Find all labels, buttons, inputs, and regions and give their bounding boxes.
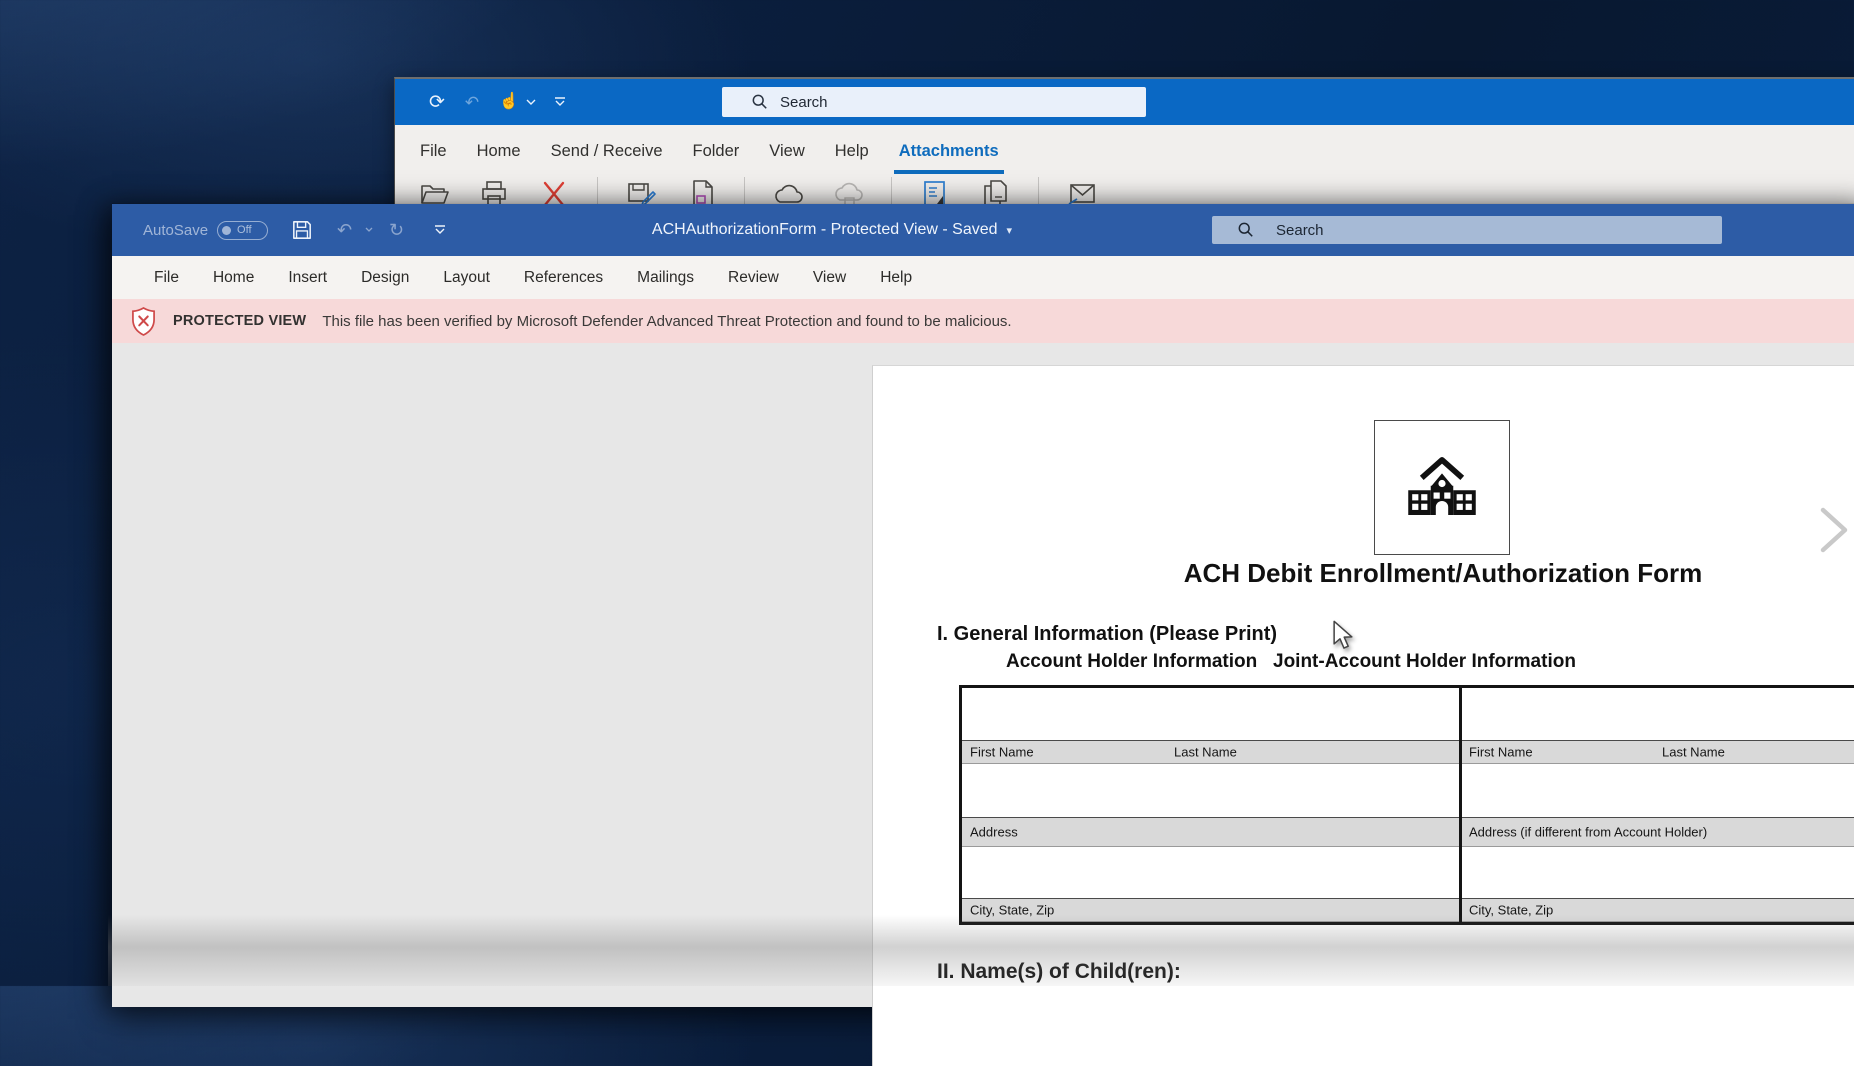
city-entry-row[interactable] [962,847,1854,898]
outlook-tab-send-receive[interactable]: Send / Receive [536,125,678,177]
section2-heading: II. Name(s) of Child(ren): [937,960,1181,984]
redo-icon: ↻ [389,221,404,239]
undo-button[interactable]: ↶ [337,204,352,256]
customize-quick-access-button[interactable] [434,204,446,256]
outlook-ribbon-tabs: File Home Send / Receive Folder View Hel… [395,125,1854,177]
outlook-window: ⟳ ↶ ☝ Search File Home Send / Receive Fo… [394,77,1854,219]
chevron-down-icon[interactable] [526,99,536,106]
outlook-tab-file[interactable]: File [405,125,462,177]
address-entry-row[interactable] [962,764,1854,817]
mouse-cursor [1332,620,1354,650]
outlook-tab-view[interactable]: View [754,125,819,177]
tab-design[interactable]: Design [344,256,426,299]
outlook-titlebar: ⟳ ↶ ☝ Search [395,79,1854,125]
table-label: City, State, Zip [1469,903,1553,918]
title-dropdown-caret[interactable]: ▾ [1007,224,1013,237]
document-workspace: ACH Debit Enrollment/Authorization Form … [112,343,1854,1007]
table-label: City, State, Zip [970,903,1054,918]
outlook-search-placeholder: Search [780,94,828,111]
city-label-row: City, State, Zip City, State, Zip [962,898,1854,922]
protected-view-banner: PROTECTED VIEW This file has been verifi… [112,299,1854,343]
document-title-bar-text: ACHAuthorizationForm - Protected View - … [532,204,1132,256]
save-button[interactable] [292,204,312,256]
protected-view-message: This file has been verified by Microsoft… [322,313,1011,330]
name-entry-row[interactable] [962,688,1854,740]
window-title: ACHAuthorizationForm - Protected View - … [652,221,998,239]
outlook-quick-access-toolbar: ⟳ ↶ ☝ [429,79,566,125]
tab-view[interactable]: View [796,256,863,299]
school-building-icon [1406,456,1478,520]
table-label: Last Name [1662,745,1725,760]
chevron-down-icon [366,228,372,231]
tab-insert[interactable]: Insert [271,256,344,299]
protected-view-label: PROTECTED VIEW [173,313,306,329]
tab-help[interactable]: Help [863,256,929,299]
general-information-table: First Name Last Name First Name Last Nam… [959,685,1854,925]
tab-file[interactable]: File [137,256,196,299]
outlook-tab-help[interactable]: Help [820,125,884,177]
autosave-label: AutoSave [143,222,208,239]
account-holder-column-heading: Account Holder Information [1006,651,1257,673]
word-search-placeholder: Search [1276,222,1324,239]
table-label: First Name [970,745,1034,760]
word-search-box[interactable]: Search [1212,216,1722,244]
tab-layout[interactable]: Layout [426,256,507,299]
next-page-chevron-icon[interactable] [1817,502,1851,558]
autosave-toggle-knob [222,226,231,235]
form-title: ACH Debit Enrollment/Authorization Form [1083,558,1803,589]
undo-icon[interactable]: ↶ [465,94,479,111]
search-icon [752,94,768,110]
table-label: Address [970,825,1018,840]
tab-references[interactable]: References [507,256,620,299]
customize-quick-access-icon [435,226,445,233]
autosave-state: Off [237,224,251,236]
outlook-tab-attachments[interactable]: Attachments [884,125,1014,177]
tab-mailings[interactable]: Mailings [620,256,711,299]
table-label: Address (if different from Account Holde… [1469,825,1707,840]
word-window: AutoSave Off ↶ ↻ ACHAuthorizationForm - … [112,203,1854,1007]
address-label-row: Address Address (if different from Accou… [962,817,1854,847]
table-label: First Name [1469,745,1533,760]
outlook-tab-folder[interactable]: Folder [678,125,755,177]
undo-dropdown[interactable] [365,204,373,256]
outlook-search-box[interactable]: Search [722,87,1146,117]
autosave-toggle[interactable]: Off [217,221,268,240]
send-receive-icon[interactable]: ⟳ [429,93,445,112]
section1-heading: I. General Information (Please Print) [937,623,1277,646]
word-titlebar: AutoSave Off ↶ ↻ ACHAuthorizationForm - … [112,204,1854,256]
tab-review[interactable]: Review [711,256,796,299]
tab-home[interactable]: Home [196,256,271,299]
autosave-control[interactable]: AutoSave Off [143,204,268,256]
table-column-divider [1459,688,1462,922]
redo-button[interactable]: ↻ [389,204,404,256]
outlook-tab-home[interactable]: Home [462,125,536,177]
form-logo-box [1374,420,1510,555]
security-shield-icon [131,307,156,336]
word-menu-bar: File Home Insert Design Layout Reference… [112,256,1854,299]
search-icon [1238,222,1254,238]
name-label-row: First Name Last Name First Name Last Nam… [962,740,1854,764]
customize-quick-access-icon[interactable] [554,97,566,107]
undo-icon: ↶ [337,221,352,239]
table-label: Last Name [1174,745,1237,760]
document-page: ACH Debit Enrollment/Authorization Form … [872,365,1854,1066]
touch-mouse-mode-icon[interactable]: ☝ [499,94,519,110]
joint-account-holder-column-heading: Joint-Account Holder Information [1273,651,1576,673]
